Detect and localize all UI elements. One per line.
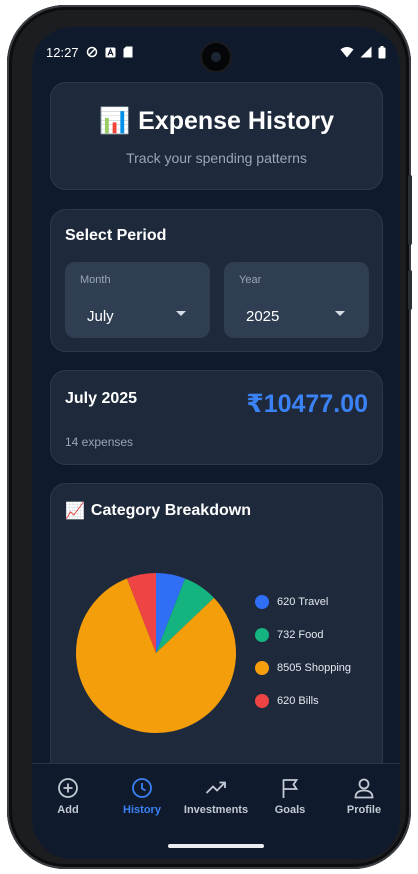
breakdown-title-text: Category Breakdown	[90, 502, 251, 519]
summary-period: July 2025	[65, 390, 138, 407]
legend-swatch	[255, 628, 269, 642]
battery-icon	[378, 45, 386, 59]
legend-swatch	[255, 661, 269, 675]
power-button	[408, 270, 412, 310]
nav-add[interactable]: Add	[32, 776, 105, 816]
header-card: 📊 Expense History Track your spending pa…	[50, 82, 383, 190]
breakdown-title: 📈 Category Breakdown	[65, 501, 251, 521]
sd-card-icon	[123, 46, 133, 58]
nav-investments[interactable]: Investments	[179, 776, 253, 816]
month-select[interactable]: Month July	[65, 262, 210, 338]
month-label: Month	[80, 274, 111, 286]
app-screen: 12:27 📊 Expense History Track your spend…	[32, 27, 400, 859]
legend-swatch	[255, 694, 269, 708]
summary-expense-count: 14 expenses	[65, 435, 134, 449]
signal-icon	[360, 46, 372, 58]
page-title-text: Expense History	[138, 107, 335, 135]
add-circle-icon	[32, 776, 105, 800]
nav-history[interactable]: History	[105, 776, 179, 816]
notification-a-icon	[105, 47, 116, 58]
summary-total-amount: ₹10477.00	[246, 390, 368, 418]
status-time: 12:27	[46, 44, 79, 60]
legend-label: 8505 Shopping	[277, 662, 352, 674]
bar-chart-icon: 📊	[98, 107, 131, 135]
legend-item: 620 Bills	[255, 681, 351, 721]
trending-up-icon	[179, 776, 253, 800]
home-indicator[interactable]	[168, 844, 264, 848]
nav-label: Goals	[274, 804, 306, 816]
breakdown-card: 📈 Category Breakdown 620 Travel 732 Food 8…	[50, 483, 383, 783]
volume-button	[408, 175, 412, 245]
clock-icon	[105, 776, 179, 800]
trend-chart-icon: 📈	[65, 503, 85, 520]
period-card: Select Period Month July Year 2025	[50, 209, 383, 352]
nav-label: Investments	[183, 804, 249, 816]
wifi-icon	[340, 46, 354, 58]
summary-card: July 2025 ₹10477.00 14 expenses	[50, 370, 383, 465]
nav-label: Add	[57, 804, 79, 816]
category-pie-chart	[75, 573, 236, 733]
phone-frame: 12:27 📊 Expense History Track your spend…	[7, 5, 412, 869]
chevron-down-icon	[335, 311, 345, 316]
user-icon	[327, 776, 400, 800]
chevron-down-icon	[176, 311, 186, 316]
legend-label: 620 Travel	[277, 596, 329, 608]
year-value: 2025	[246, 308, 280, 325]
page-title: 📊 Expense History	[51, 107, 382, 136]
nav-label: Profile	[346, 804, 382, 816]
year-select[interactable]: Year 2025	[224, 262, 369, 338]
nav-profile[interactable]: Profile	[327, 776, 400, 816]
month-value: July	[87, 308, 114, 325]
legend-label: 620 Bills	[277, 695, 319, 707]
flag-icon	[253, 776, 327, 800]
year-label: Year	[239, 274, 262, 286]
dnd-icon	[86, 46, 98, 58]
legend-swatch	[255, 595, 269, 609]
chart-legend: 620 Travel 732 Food 8505 Shopping 620 Bills	[255, 582, 351, 721]
nav-label: History	[123, 804, 161, 816]
period-title: Select Period	[65, 227, 167, 244]
page-subtitle: Track your spending patterns	[126, 150, 307, 166]
nav-goals[interactable]: Goals	[253, 776, 327, 816]
front-camera	[202, 43, 230, 71]
legend-label: 732 Food	[277, 629, 324, 641]
